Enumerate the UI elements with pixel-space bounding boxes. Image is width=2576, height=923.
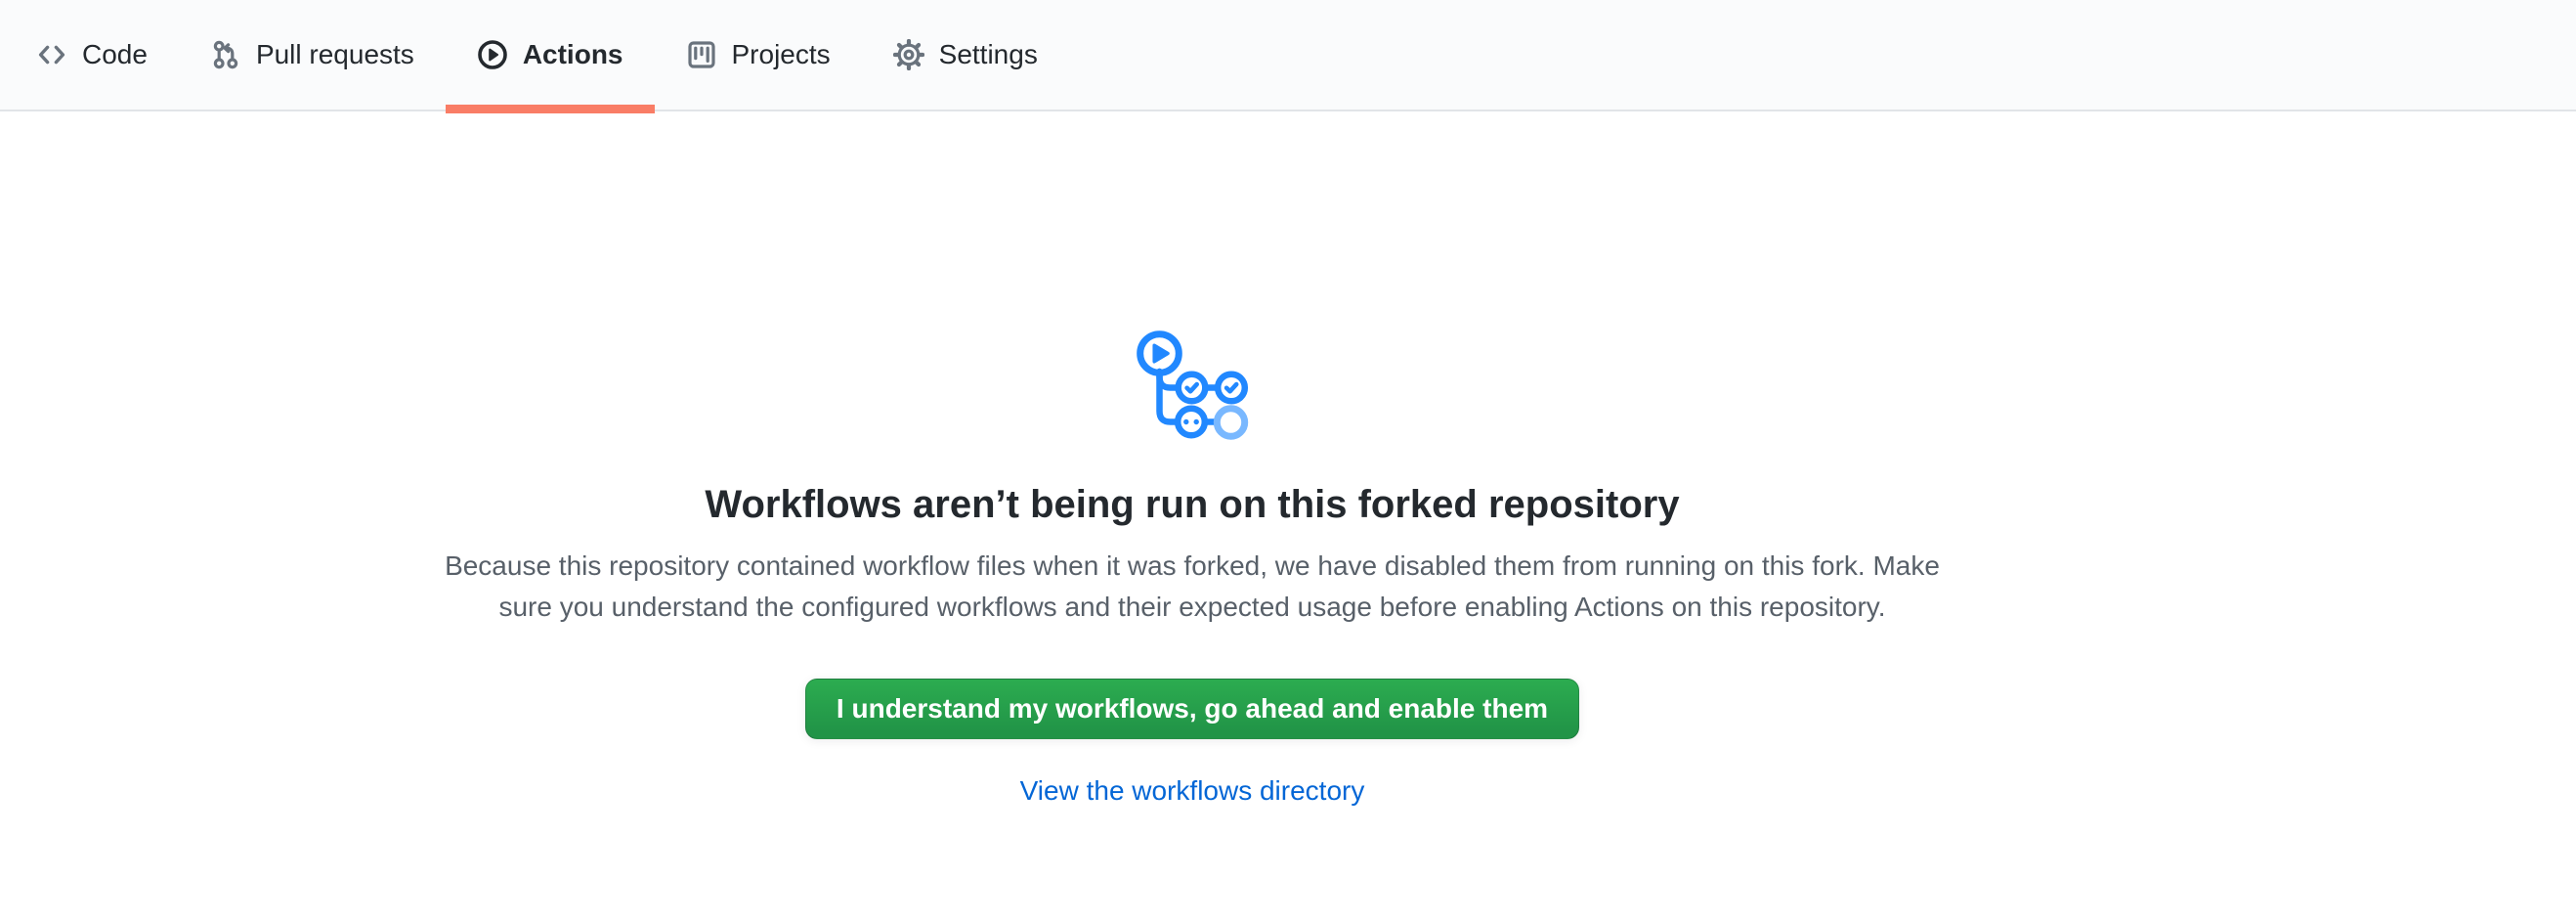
description-line-1: Because this repository contained workfl… <box>445 546 1940 587</box>
tab-label: Settings <box>939 0 1038 110</box>
tab-code[interactable]: Code <box>5 0 179 110</box>
tab-label: Pull requests <box>256 0 414 110</box>
blankslate-description: Because this repository contained workfl… <box>445 546 1940 628</box>
gear-icon <box>893 39 924 70</box>
workflow-graph-icon <box>1137 330 1249 440</box>
tab-pull-requests[interactable]: Pull requests <box>179 0 446 110</box>
tab-label: Actions <box>523 0 623 110</box>
tab-actions[interactable]: Actions <box>446 0 655 110</box>
git-pull-request-icon <box>210 39 241 70</box>
tab-projects[interactable]: Projects <box>655 0 862 110</box>
actions-blankslate: Workflows aren’t being run on this forke… <box>0 111 2384 812</box>
repo-tab-bar: Code Pull requests Actions Projects <box>0 0 2576 111</box>
description-line-2: sure you understand the configured workf… <box>445 587 1940 628</box>
tab-settings[interactable]: Settings <box>862 0 1069 110</box>
enable-workflows-button[interactable]: I understand my workflows, go ahead and … <box>805 679 1579 739</box>
code-icon <box>36 39 67 70</box>
view-workflows-directory-link[interactable]: View the workflows directory <box>1020 770 1365 812</box>
tab-label: Projects <box>732 0 831 110</box>
blankslate-title: Workflows aren’t being run on this forke… <box>705 480 1679 529</box>
tab-label: Code <box>82 0 148 110</box>
play-circle-icon <box>477 39 508 70</box>
project-icon <box>686 39 717 70</box>
